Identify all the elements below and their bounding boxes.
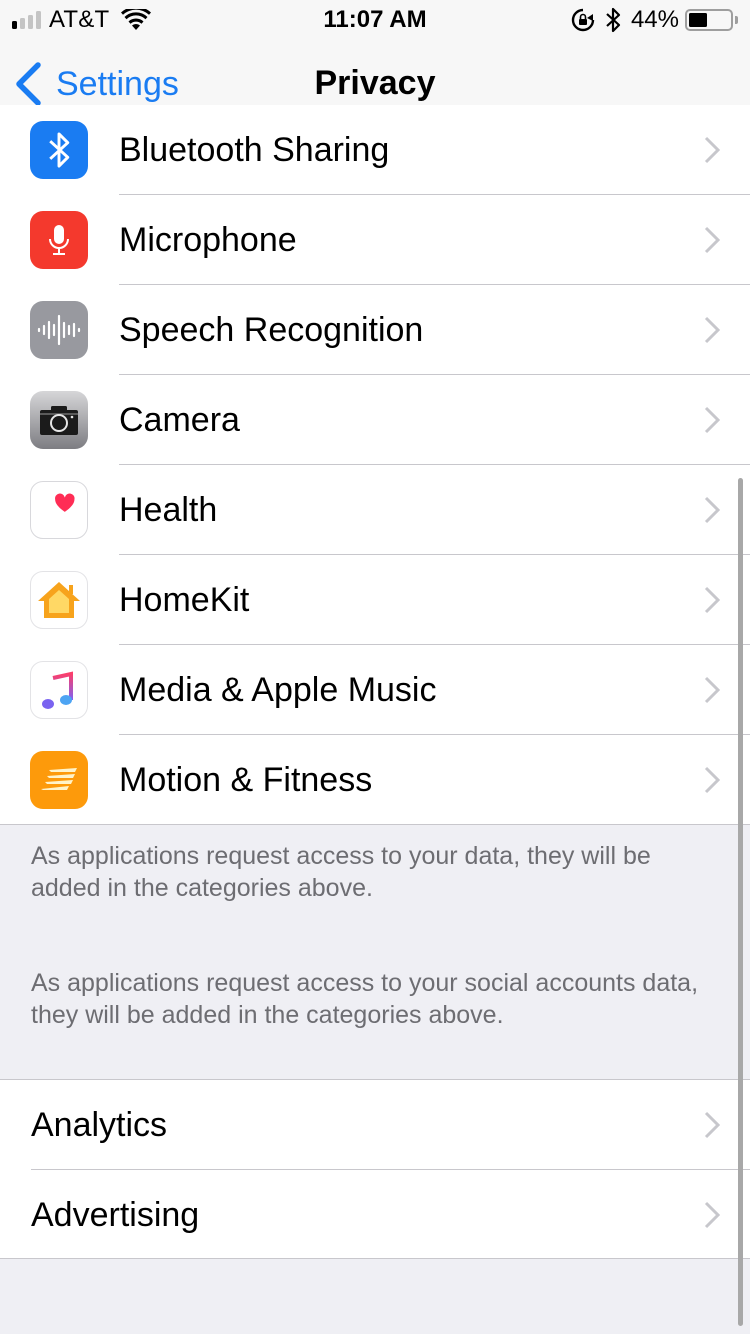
row-label: Media & Apple Music (119, 670, 437, 709)
battery-fill (689, 13, 707, 27)
chevron-right-icon (704, 496, 720, 524)
chevron-right-icon (704, 676, 720, 704)
chevron-right-icon (704, 316, 720, 344)
chevron-right-icon (704, 586, 720, 614)
bluetooth-icon (30, 121, 88, 179)
motion-icon (30, 751, 88, 809)
row-analytics[interactable]: Analytics (0, 1080, 750, 1170)
chevron-right-icon (704, 1111, 720, 1139)
row-label: HomeKit (119, 580, 250, 619)
row-label: Motion & Fitness (119, 760, 373, 799)
chevron-right-icon (704, 766, 720, 794)
heart-icon (30, 481, 88, 539)
privacy-row-media-apple-music[interactable]: Media & Apple Music (0, 645, 750, 735)
chevron-right-icon (704, 406, 720, 434)
row-label: Microphone (119, 220, 297, 259)
data-access-footer: As applications request access to your d… (31, 842, 651, 902)
chevron-right-icon (704, 1201, 720, 1229)
chevron-right-icon (704, 136, 720, 164)
status-bar: AT&T 11:07 AM 44% (0, 0, 750, 40)
privacy-row-health[interactable]: Health (0, 465, 750, 555)
privacy-row-microphone[interactable]: Microphone (0, 195, 750, 285)
bluetooth-icon (606, 7, 621, 33)
chevron-right-icon (704, 226, 720, 254)
scrollbar[interactable] (738, 478, 743, 1326)
camera-icon (30, 391, 88, 449)
battery-percent: 44% (630, 6, 679, 33)
privacy-row-bluetooth-sharing[interactable]: Bluetooth Sharing (0, 105, 750, 195)
row-label: Bluetooth Sharing (119, 130, 390, 169)
battery-icon (685, 9, 733, 31)
microphone-icon (30, 211, 88, 269)
analytics-advertising-list: Analytics Advertising (0, 1079, 750, 1259)
row-label: Advertising (31, 1195, 200, 1234)
privacy-row-homekit[interactable]: HomeKit (0, 555, 750, 645)
battery-tip (735, 16, 738, 24)
waveform-icon (30, 301, 88, 359)
row-label: Camera (119, 400, 240, 439)
music-note-icon (30, 661, 88, 719)
social-accounts-footer: As applications request access to your s… (31, 969, 699, 1029)
privacy-row-camera[interactable]: Camera (0, 375, 750, 465)
row-label: Analytics (31, 1105, 168, 1144)
orientation-lock-icon (571, 8, 595, 32)
page-title: Privacy (314, 64, 436, 102)
home-icon (30, 571, 88, 629)
row-label: Speech Recognition (119, 310, 424, 349)
row-label: Health (119, 490, 218, 529)
privacy-list: Bluetooth Sharing Microphone Speech Reco… (0, 105, 750, 825)
privacy-row-motion-fitness[interactable]: Motion & Fitness (0, 735, 750, 824)
privacy-row-speech-recognition[interactable]: Speech Recognition (0, 285, 750, 375)
row-advertising[interactable]: Advertising (0, 1170, 750, 1260)
status-right: 44% (571, 6, 738, 34)
